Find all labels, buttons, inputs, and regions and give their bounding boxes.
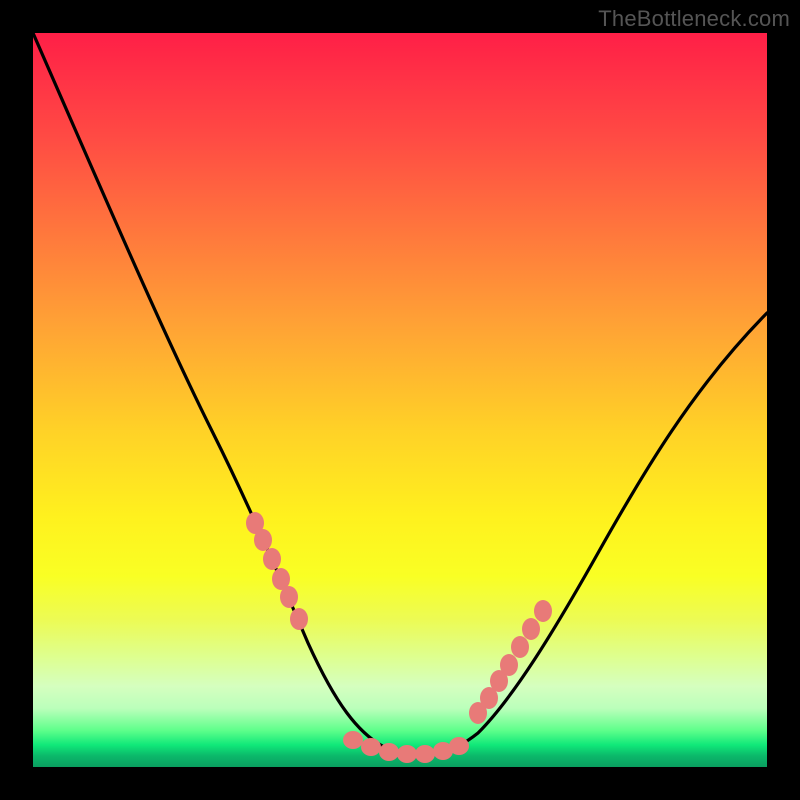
chart-frame: TheBottleneck.com bbox=[0, 0, 800, 800]
marker-cluster-right bbox=[469, 600, 552, 724]
plot-area bbox=[33, 33, 767, 767]
watermark-text: TheBottleneck.com bbox=[598, 6, 790, 32]
marker-cluster-left bbox=[246, 512, 308, 630]
bottleneck-curve-path bbox=[33, 33, 767, 755]
bottleneck-curve-svg bbox=[33, 33, 767, 767]
marker-cluster-bottom bbox=[343, 731, 469, 763]
